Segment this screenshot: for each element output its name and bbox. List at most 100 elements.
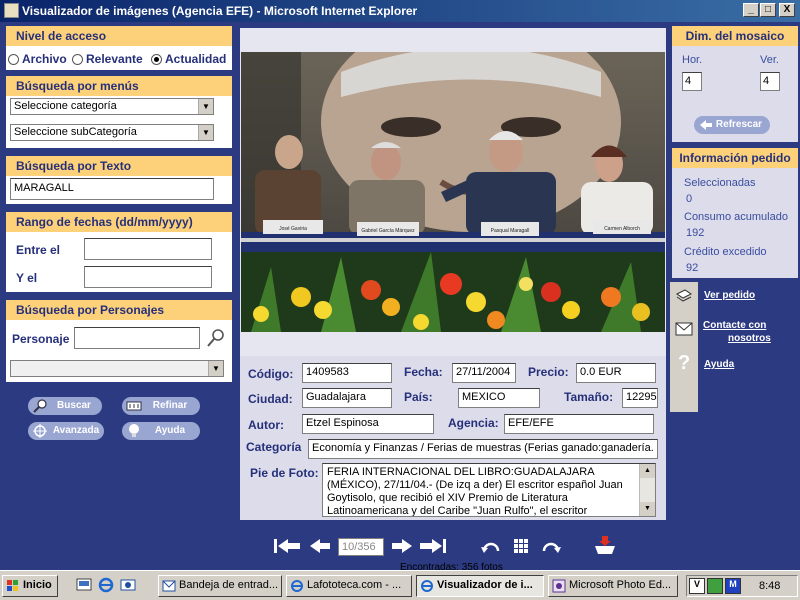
nameplate-4: Carmen Alborch bbox=[604, 226, 640, 232]
previous-page-icon[interactable] bbox=[308, 537, 332, 555]
show-desktop-icon[interactable] bbox=[76, 577, 92, 593]
antivirus-icon[interactable]: V bbox=[689, 578, 705, 594]
chevron-down-icon: ▼ bbox=[198, 99, 213, 114]
order-info-section: Información pedido Seleccionadas 0 Consu… bbox=[672, 148, 798, 278]
system-tray: V M 8:48 bbox=[686, 575, 798, 597]
people-input[interactable] bbox=[74, 327, 200, 349]
category-field[interactable]: Economía y Finanzas / Ferias de muestras… bbox=[308, 439, 658, 459]
chevron-down-icon: ▼ bbox=[198, 125, 213, 140]
internet-explorer-icon[interactable] bbox=[98, 577, 114, 593]
author-field[interactable]: Etzel Espinosa bbox=[302, 414, 434, 434]
inbox-icon bbox=[162, 580, 176, 592]
credit-label: Crédito excedido bbox=[684, 246, 767, 258]
text-search-input[interactable]: MARAGALL bbox=[10, 178, 214, 200]
radio-relevante[interactable] bbox=[72, 54, 83, 65]
page-counter[interactable]: 10/356 bbox=[338, 538, 384, 556]
download-icon[interactable] bbox=[592, 534, 618, 556]
date-to-input[interactable] bbox=[84, 266, 212, 288]
next-page-icon[interactable] bbox=[390, 537, 414, 555]
date-field[interactable]: 27/11/2004 bbox=[452, 363, 516, 383]
question-icon[interactable]: ? bbox=[678, 352, 690, 375]
start-button[interactable]: Inicio bbox=[2, 575, 58, 597]
radio-actualidad[interactable] bbox=[151, 54, 162, 65]
caption-scrollbar[interactable]: ▲ ▼ bbox=[639, 464, 655, 516]
task-button-lafototeca[interactable]: Lafototeca.com - ... bbox=[286, 575, 412, 597]
taskbar: Inicio Bandeja de entrad... Lafototeca.c… bbox=[0, 570, 800, 600]
close-button[interactable]: X bbox=[779, 3, 795, 17]
city-field[interactable]: Guadalajara bbox=[302, 388, 392, 408]
network-icon[interactable] bbox=[707, 578, 723, 594]
menu-search-section: Búsqueda por menús Seleccione categoría … bbox=[6, 76, 232, 148]
agency-field[interactable]: EFE/EFE bbox=[504, 414, 654, 434]
photo-details-panel: Código: 1409583 Fecha: 27/11/2004 Precio… bbox=[240, 356, 666, 520]
photo-image[interactable]: José Gaviria Gabriel García Márquez Pasq… bbox=[241, 52, 665, 332]
order-list-icon[interactable] bbox=[675, 288, 693, 304]
refine-button[interactable]: Refinar bbox=[122, 397, 200, 415]
scroll-up-icon[interactable]: ▲ bbox=[640, 464, 655, 478]
mcafee-icon[interactable]: M bbox=[725, 578, 741, 594]
radio-archivo[interactable] bbox=[8, 54, 19, 65]
consumption-label: Consumo acumulado bbox=[684, 211, 788, 223]
people-select[interactable]: ▼ bbox=[10, 360, 224, 377]
menu-search-heading: Búsqueda por menús bbox=[6, 76, 232, 96]
mosaic-heading: Dim. del mosaico bbox=[672, 26, 798, 46]
advanced-search-button[interactable]: Avanzada bbox=[28, 422, 104, 440]
view-order-link[interactable]: Ver pedido bbox=[704, 290, 755, 301]
task-button-photo-editor[interactable]: Microsoft Photo Ed... bbox=[548, 575, 678, 597]
filter-icon bbox=[126, 401, 142, 411]
country-field[interactable]: MEXICO bbox=[458, 388, 540, 408]
magnifier-icon[interactable] bbox=[206, 328, 226, 348]
contact-link-line2[interactable]: nosotros bbox=[728, 333, 771, 344]
subcategory-select[interactable]: Seleccione subCategoría ▼ bbox=[10, 124, 214, 141]
scroll-down-icon[interactable]: ▼ bbox=[640, 502, 655, 516]
outlook-icon[interactable] bbox=[120, 577, 136, 593]
task-button-inbox[interactable]: Bandeja de entrad... bbox=[158, 575, 282, 597]
size-label: Tamaño: bbox=[564, 390, 614, 404]
window-titlebar: Visualizador de imágenes (Agencia EFE) -… bbox=[0, 0, 800, 22]
date-to-label: Y el bbox=[16, 271, 38, 285]
order-info-heading: Información pedido bbox=[672, 148, 798, 168]
minimize-button[interactable]: _ bbox=[743, 3, 759, 17]
price-field[interactable]: 0.0 EUR bbox=[576, 363, 656, 383]
crosshair-icon bbox=[33, 424, 47, 438]
rotate-left-icon[interactable] bbox=[480, 537, 502, 555]
date-range-section: Rango de fechas (dd/mm/yyyy) Entre el Y … bbox=[6, 212, 232, 292]
task-button-visualizador[interactable]: Visualizador de i... bbox=[416, 575, 544, 597]
category-select[interactable]: Seleccione categoría ▼ bbox=[10, 98, 214, 115]
chevron-down-icon: ▼ bbox=[208, 361, 223, 376]
mosaic-ver-input[interactable]: 4 bbox=[760, 72, 780, 91]
selected-label: Seleccionadas bbox=[684, 177, 756, 189]
mosaic-hor-label: Hor. bbox=[682, 54, 703, 66]
people-search-heading: Búsqueda por Personajes bbox=[6, 300, 232, 320]
mosaic-ver-label: Ver. bbox=[760, 54, 779, 66]
advanced-search-button-label: Avanzada bbox=[52, 425, 100, 436]
first-page-icon[interactable] bbox=[272, 537, 302, 555]
help-link[interactable]: Ayuda bbox=[704, 359, 734, 370]
nameplate-3: Pasqual Maragall bbox=[491, 228, 530, 234]
country-label: País: bbox=[404, 390, 433, 404]
internet-explorer-icon bbox=[291, 580, 303, 592]
size-field[interactable]: 12295 bbox=[622, 388, 658, 408]
start-label: Inicio bbox=[23, 579, 52, 591]
contact-link-line1[interactable]: Contacte con bbox=[703, 320, 766, 331]
help-button[interactable]: Ayuda bbox=[122, 422, 200, 440]
rotate-right-icon[interactable] bbox=[540, 537, 562, 555]
last-page-icon[interactable] bbox=[418, 537, 448, 555]
radio-archivo-label: Archivo bbox=[22, 52, 67, 66]
people-label: Personaje bbox=[12, 332, 70, 346]
navigation-bar: 10/356 Encontradas: 356 fotos bbox=[240, 520, 666, 573]
maximize-button[interactable]: □ bbox=[760, 3, 776, 17]
grid-view-icon[interactable] bbox=[513, 538, 529, 554]
app-icon bbox=[4, 3, 19, 18]
date-from-input[interactable] bbox=[84, 238, 212, 260]
envelope-icon[interactable] bbox=[675, 322, 693, 336]
task-label-visualizador: Visualizador de i... bbox=[437, 579, 533, 591]
mosaic-hor-input[interactable]: 4 bbox=[682, 72, 702, 91]
code-field[interactable]: 1409583 bbox=[302, 363, 392, 383]
refresh-button[interactable]: Refrescar bbox=[694, 116, 770, 134]
search-button[interactable]: Buscar bbox=[28, 397, 102, 415]
back-arrow-icon bbox=[700, 120, 712, 130]
caption-textarea[interactable]: FERIA INTERNACIONAL DEL LIBRO:GUADALAJAR… bbox=[322, 463, 656, 517]
clock: 8:48 bbox=[759, 580, 781, 592]
window-title: Visualizador de imágenes (Agencia EFE) -… bbox=[22, 4, 418, 18]
